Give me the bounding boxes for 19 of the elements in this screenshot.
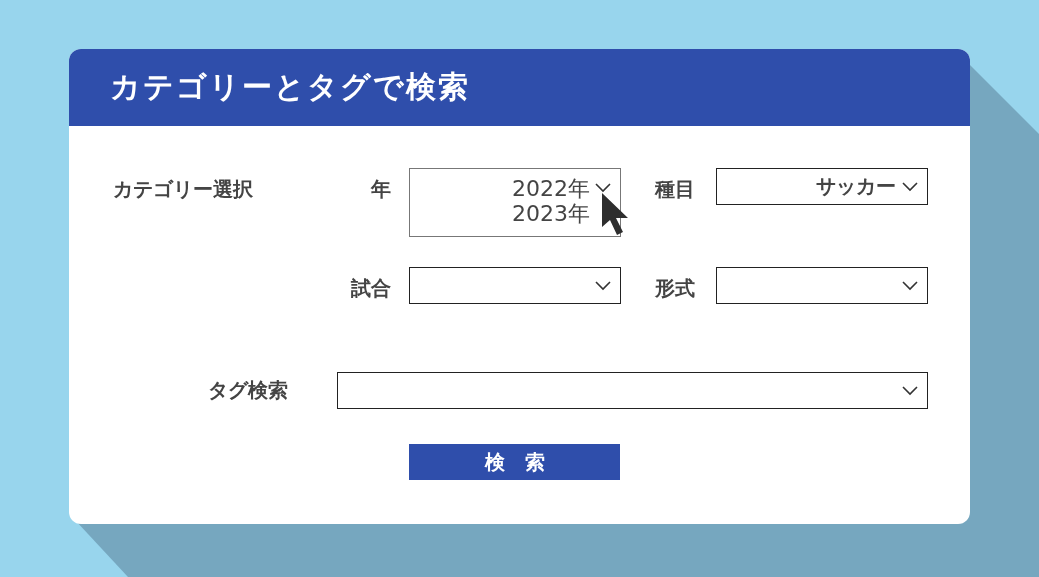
field-label: 試合 — [351, 275, 391, 302]
chevron-down-icon — [902, 181, 918, 192]
field-label: 種目 — [655, 176, 695, 203]
chevron-down-icon — [595, 183, 611, 193]
list-option[interactable]: 2022年 — [512, 176, 590, 201]
search-button[interactable]: 検索 — [409, 444, 620, 480]
field-label: 年 — [371, 176, 391, 203]
field-label: タグ検索 — [207, 377, 288, 404]
chevron-down-icon — [595, 280, 611, 291]
list-option[interactable]: 2023年 — [512, 201, 590, 226]
select-field[interactable]: サッカー — [716, 168, 928, 205]
tag-select-field[interactable] — [337, 372, 928, 409]
field-label: 形式 — [655, 275, 695, 302]
card-title: カテゴリーとタグで検索 — [110, 68, 470, 106]
chevron-down-icon — [902, 280, 918, 291]
select-field[interactable] — [716, 267, 928, 304]
chevron-down-icon — [902, 385, 918, 396]
select-field[interactable] — [409, 267, 621, 304]
section-label: カテゴリー選択 — [113, 176, 254, 203]
